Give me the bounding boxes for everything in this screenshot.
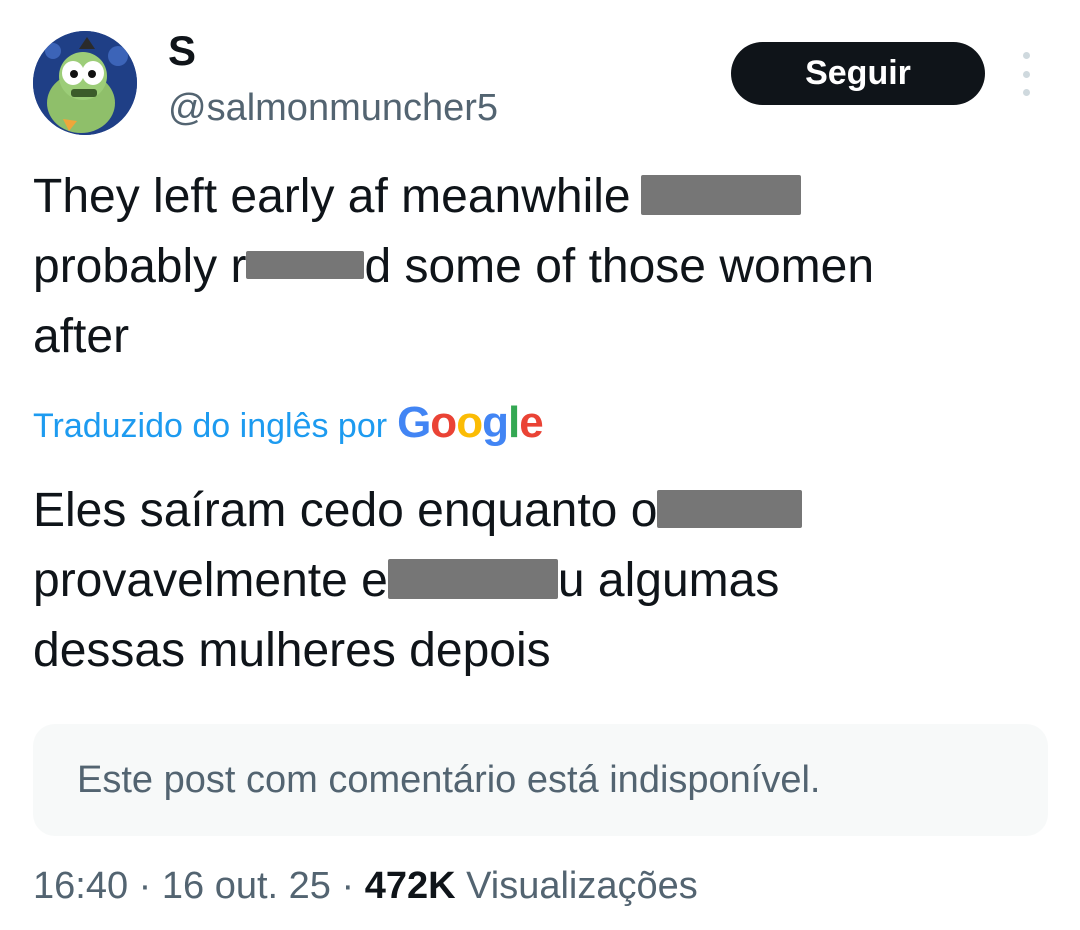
redaction-box [640, 175, 801, 216]
more-dot [1022, 70, 1030, 78]
tweet-text-part: d some of those women [364, 240, 875, 293]
redaction-box [246, 251, 365, 280]
translated-text-part: u algumas [557, 554, 780, 607]
more-dot [1022, 89, 1030, 96]
redaction-box [387, 559, 558, 600]
post-metadata: 16:40 · 16 out. 25 · 472K Visualizações [33, 862, 698, 910]
post-date[interactable]: 16 out. 25 [162, 865, 331, 907]
unavailable-message: Este post com comentário está indisponív… [77, 758, 821, 801]
author-handle[interactable]: @salmonmuncher5 [168, 84, 498, 132]
translated-text-part: dessas mulheres depois [33, 624, 551, 677]
separator: · [341, 865, 355, 907]
avatar[interactable] [33, 31, 137, 135]
more-options-icon[interactable] [1010, 52, 1042, 96]
separator: · [138, 865, 152, 907]
follow-button[interactable]: Seguir [731, 42, 985, 105]
post-time[interactable]: 16:40 [33, 865, 128, 907]
more-dot [1022, 52, 1030, 59]
quoted-post-unavailable: Este post com comentário está indisponív… [33, 724, 1048, 836]
translation-label: Traduzido do inglês por [33, 407, 388, 445]
author-name[interactable]: S [168, 26, 196, 76]
google-logo: Google [397, 398, 544, 447]
translated-text-part: provavelmente e [33, 554, 388, 607]
views-count[interactable]: 472K [365, 865, 456, 907]
tweet-text-part: They left early af meanwhile [33, 170, 631, 223]
tweet-text: They left early af meanwhile probably r d … [33, 162, 1043, 372]
tweet-text-part: after [33, 310, 130, 363]
translated-text: Eles saíram cedo enquanto o provavelmente… [33, 476, 1043, 686]
avatar-image [33, 31, 137, 135]
views-label[interactable]: Visualizações [466, 865, 698, 907]
tweet-text-part: probably r [33, 240, 247, 293]
translation-attribution[interactable]: Traduzido do inglês por Google [33, 398, 544, 451]
redaction-box [657, 490, 803, 529]
translated-text-part: Eles saíram cedo enquanto o [33, 484, 658, 537]
